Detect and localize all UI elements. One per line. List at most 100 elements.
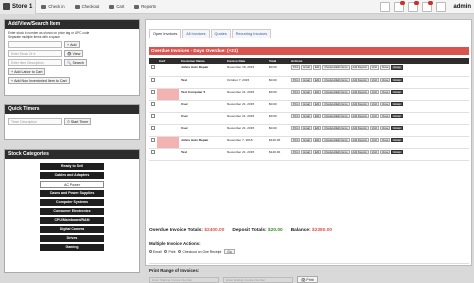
action-checkout-edit-items-button[interactable]: Checkout/Edit Items xyxy=(322,149,350,154)
action-add-deposit-button[interactable]: Add Deposit xyxy=(350,101,369,106)
action-void-button[interactable]: Void xyxy=(369,149,379,154)
action-edit-button[interactable]: Edit xyxy=(312,77,322,82)
invoice-number[interactable] xyxy=(157,64,179,77)
action-edit-button[interactable]: Edit xyxy=(312,89,322,94)
action-void-button[interactable]: Void xyxy=(369,77,379,82)
action-email-button[interactable]: Email xyxy=(301,89,312,94)
nav-cart[interactable]: Cart xyxy=(104,0,129,14)
user-icon[interactable] xyxy=(436,2,447,12)
row-checkbox[interactable] xyxy=(151,113,155,118)
invoice-number[interactable] xyxy=(157,124,179,137)
category-computer-systems[interactable]: Computer Systems xyxy=(40,199,104,206)
row-checkbox[interactable] xyxy=(151,65,155,69)
category-ac-power[interactable]: AC Power xyxy=(40,181,104,188)
item-description-input[interactable]: Enter Item Description xyxy=(8,59,62,66)
category-cases-power[interactable]: Cases and Power Supplies xyxy=(40,190,104,197)
tab-all-invoices[interactable]: All Invoices xyxy=(182,29,210,38)
action-add-deposit-button[interactable]: Add Deposit xyxy=(350,65,369,70)
customer-name[interactable]: User xyxy=(179,100,225,113)
action-add-deposit-button[interactable]: Add Deposit xyxy=(350,77,369,82)
invoice-number[interactable] xyxy=(157,112,179,125)
action-print-button[interactable]: Print xyxy=(291,77,301,82)
action-checkout-edit-items-button[interactable]: Checkout/Edit Items xyxy=(322,137,350,142)
action-email-button[interactable]: Email xyxy=(301,113,312,118)
add-noninventory-button[interactable]: + Add Non Inventoried Item to Cart xyxy=(8,77,70,84)
action-print-button[interactable]: Print xyxy=(291,113,301,118)
action-close-button[interactable]: Close xyxy=(379,113,391,118)
action-edit-button[interactable]: Edit xyxy=(312,65,322,70)
action-void-button[interactable]: Void xyxy=(369,125,379,130)
tab-open-invoices[interactable]: Open Invoices xyxy=(149,29,182,38)
action-close-button[interactable]: Close xyxy=(379,77,391,82)
row-checkbox[interactable] xyxy=(151,125,155,130)
action-void-button[interactable]: Void xyxy=(369,137,379,142)
action-add-deposit-button[interactable]: Add Deposit xyxy=(350,125,369,130)
radio-email[interactable]: Email xyxy=(149,249,161,254)
row-checkbox[interactable] xyxy=(151,137,155,142)
row-checkbox[interactable] xyxy=(151,101,155,106)
row-checkbox[interactable] xyxy=(151,89,155,94)
invoice-number[interactable] xyxy=(157,76,179,89)
action-add-deposit-button[interactable]: Add Deposit xyxy=(350,113,369,118)
nav-reports[interactable]: Reports xyxy=(129,0,161,14)
action-checkout-edit-items-button[interactable]: Checkout/Edit Items xyxy=(322,65,350,70)
action-checkout-edit-items-button[interactable]: Checkout/Edit Items xyxy=(322,113,350,118)
go-button[interactable]: Go xyxy=(224,249,235,254)
customer-name[interactable]: Johns Auto Repair xyxy=(179,136,225,149)
row-checkbox[interactable] xyxy=(151,77,155,82)
action-print-button[interactable]: Print xyxy=(291,65,301,70)
group-button[interactable]: Group xyxy=(391,77,403,82)
group-button[interactable]: Group xyxy=(391,125,403,130)
action-edit-button[interactable]: Edit xyxy=(312,113,322,118)
action-print-button[interactable]: Print xyxy=(291,137,301,142)
action-close-button[interactable]: Close xyxy=(379,137,391,142)
store-brand[interactable]: Store 1 xyxy=(0,0,37,14)
customer-name[interactable]: Test xyxy=(179,148,225,161)
action-add-deposit-button[interactable]: Add Deposit xyxy=(350,149,369,154)
group-button[interactable]: Group xyxy=(391,101,403,106)
invoice-number[interactable] xyxy=(157,100,179,113)
action-print-button[interactable]: Print xyxy=(291,149,301,154)
add-labor-button[interactable]: + Add Labor to Cart xyxy=(8,68,46,75)
action-checkout-edit-items-button[interactable]: Checkout/Edit Items xyxy=(322,101,350,106)
invoice-number[interactable] xyxy=(157,136,179,149)
action-close-button[interactable]: Close xyxy=(379,149,391,154)
action-print-button[interactable]: Print xyxy=(291,89,301,94)
row-checkbox[interactable] xyxy=(151,149,155,154)
category-drives[interactable]: Drives xyxy=(40,235,104,242)
category-consumer-electronics[interactable]: Consumer Electronics xyxy=(40,208,104,215)
invoice-number[interactable] xyxy=(157,88,179,101)
group-button[interactable]: Group xyxy=(391,113,403,118)
action-edit-button[interactable]: Edit xyxy=(312,149,322,154)
stock-input[interactable] xyxy=(8,41,62,48)
action-void-button[interactable]: Void xyxy=(369,113,379,118)
nav-checkout[interactable]: Checkout xyxy=(70,0,105,14)
customer-name[interactable]: Test xyxy=(179,76,225,89)
invoice-number[interactable] xyxy=(157,148,179,161)
action-close-button[interactable]: Close xyxy=(379,89,391,94)
action-void-button[interactable]: Void xyxy=(369,65,379,70)
messages-button[interactable] xyxy=(394,1,406,12)
action-close-button[interactable]: Close xyxy=(379,125,391,130)
action-checkout-edit-items-button[interactable]: Checkout/Edit Items xyxy=(322,125,350,130)
tab-recurring-invoices[interactable]: Recurring Invoices xyxy=(231,29,272,38)
action-print-button[interactable]: Print xyxy=(291,125,301,130)
action-email-button[interactable]: Email xyxy=(301,149,312,154)
group-button[interactable]: Group xyxy=(391,89,403,94)
action-email-button[interactable]: Email xyxy=(301,137,312,142)
nav-check-in[interactable]: Check in xyxy=(36,0,69,14)
start-timer-button[interactable]: ⏱ Start Timer xyxy=(64,118,92,125)
action-checkout-edit-items-button[interactable]: Checkout/Edit Items xyxy=(322,77,350,82)
action-email-button[interactable]: Email xyxy=(301,77,312,82)
radio-checkout-one-receipt[interactable]: Checkout on One Receipt xyxy=(178,249,221,254)
action-void-button[interactable]: Void xyxy=(369,89,379,94)
action-checkout-edit-items-button[interactable]: Checkout/Edit Items xyxy=(322,89,350,94)
start-invoice-input[interactable]: Enter Starting Invoice Number xyxy=(149,276,219,283)
timer-description-input[interactable]: Timer Description xyxy=(8,118,62,125)
action-email-button[interactable]: Email xyxy=(301,101,312,106)
search-button[interactable]: 🔍 Search xyxy=(64,59,87,66)
timers-button[interactable] xyxy=(422,1,434,12)
view-button[interactable]: 👁 View xyxy=(64,50,84,57)
radio-print[interactable]: Print xyxy=(164,249,175,254)
action-add-deposit-button[interactable]: Add Deposit xyxy=(350,137,369,142)
